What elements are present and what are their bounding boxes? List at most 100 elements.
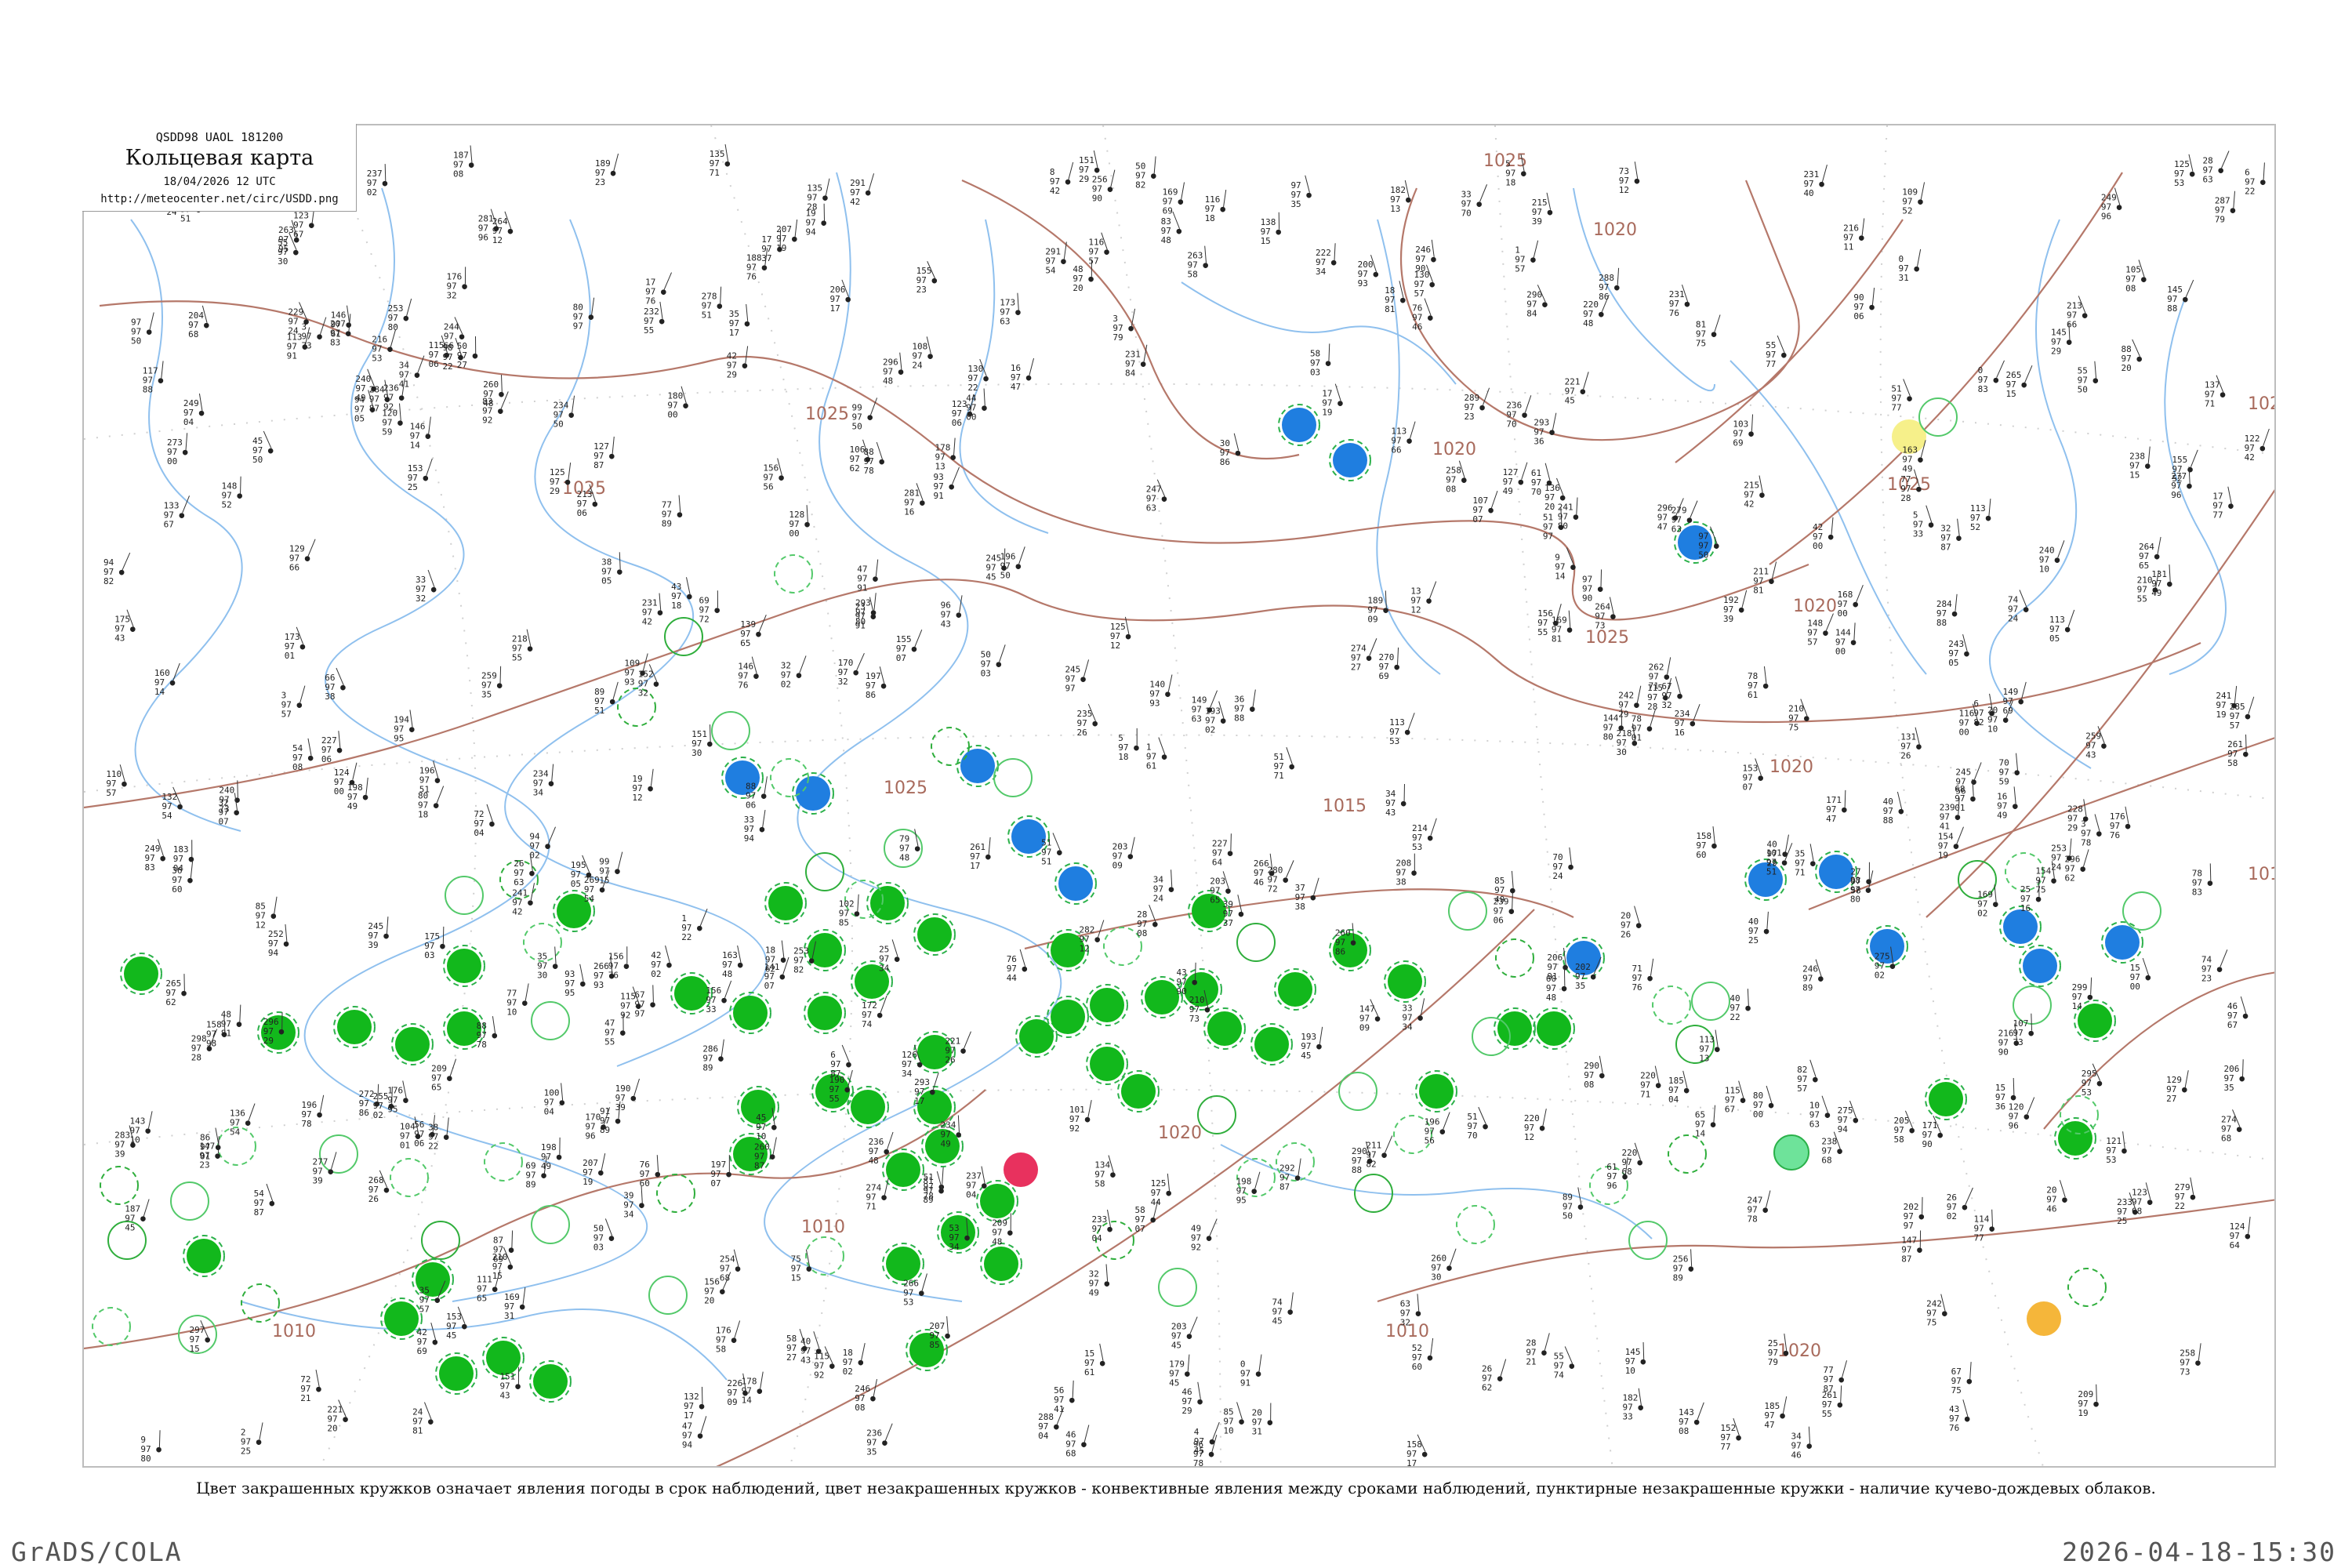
station-plot: 8597 ●10 — [1223, 1402, 1244, 1436]
station-plot: 397 ●57 — [281, 685, 306, 720]
station-value: 55 — [512, 653, 522, 663]
station-plot: 23197 ●42 — [642, 593, 663, 627]
station-value: 02 — [1875, 971, 1885, 981]
station-value: 49 — [1902, 463, 1912, 474]
wind-barb — [887, 1131, 894, 1150]
station-value: 08 — [1446, 485, 1456, 495]
station-value: 17 — [729, 328, 739, 338]
station-value: 08 — [453, 169, 463, 179]
station-plot: 15697 ●56 — [763, 458, 784, 492]
station-value: 74 — [862, 1019, 873, 1029]
station-plot: 11397 ●05 — [2049, 609, 2075, 644]
station-value: 07 — [764, 981, 775, 991]
station-plot: 25897 ●08 — [1446, 460, 1467, 495]
cb-ring — [993, 758, 1033, 797]
station-plot: 9397 ●95 — [564, 964, 586, 998]
wind-barb — [734, 1320, 741, 1338]
station-plot: 10397 ●69 — [1733, 414, 1754, 448]
isobar-label: 1015 — [1323, 797, 1367, 816]
station-plot: 4397 ●76 — [1949, 1399, 1970, 1433]
station-plot: 13797 ●71 — [2205, 375, 2226, 409]
station-plot: 3297 ●49 — [1089, 1264, 1110, 1298]
station-plot: 13497 ●58 — [1094, 1155, 1116, 1189]
station-plot: 13297 ●17 — [684, 1386, 705, 1421]
station-value: 00 — [1813, 541, 1823, 551]
station-value: 06 — [577, 508, 587, 518]
station-plot: 4697 ●67 — [2227, 996, 2249, 1030]
station-value: 04 — [544, 1106, 555, 1116]
station-value: 40 — [1803, 188, 1813, 198]
station-value: 02 — [367, 187, 377, 198]
station-plot: 24697 ●90 — [1415, 239, 1436, 274]
cb-ring — [390, 1158, 429, 1197]
station-plot: 5197 ●70 — [1467, 1106, 1488, 1141]
station-value: 90 — [1998, 1047, 2009, 1058]
cb-ring — [770, 758, 809, 797]
wind-barb — [799, 655, 807, 673]
station-value: 00 — [1838, 608, 1848, 619]
snow-circle — [1333, 443, 1367, 477]
station-plot: 2097 ●26 — [1621, 906, 1642, 940]
station-value: 14 — [2072, 1001, 2083, 1011]
station-value: 51 — [1766, 866, 1777, 877]
station-value: 12 — [632, 793, 642, 803]
station-plot: 8997 ●51 — [594, 681, 619, 716]
station-plot: 13297 ●54 — [162, 786, 183, 821]
station-value: 35 — [1575, 981, 1585, 991]
station-value: 58 — [716, 1345, 726, 1355]
station-plot: 197 ●61 — [1146, 737, 1167, 771]
station-plot: 10297 ●85 — [839, 894, 860, 928]
station-value: 23 — [2201, 973, 2212, 983]
station-value: 54 — [230, 1127, 241, 1138]
station-plot: 7397 ●12 — [1619, 162, 1640, 195]
station-plot: 17697 ●58 — [716, 1320, 741, 1355]
station-plot: 3397 ●70 — [1461, 184, 1488, 218]
station-value: 75 — [1951, 1385, 1962, 1396]
wind-barb — [172, 662, 180, 681]
station-plot: 8597 ●12 — [256, 896, 278, 931]
station-plot: 4297 ●69 — [417, 1322, 438, 1356]
station-value: 94 — [806, 227, 817, 238]
wind-barb — [1369, 638, 1377, 656]
station-plot: 26897 ●26 — [368, 1170, 390, 1204]
station-plot: 11097 ●57 — [106, 764, 127, 798]
station-value: 50 — [851, 421, 862, 431]
station-value: 18 — [418, 810, 428, 820]
station-value: 06 — [428, 359, 438, 369]
station-value: 49 — [347, 801, 358, 811]
station-value: 22 — [428, 1141, 438, 1151]
station-plot: 20497 ●68 — [188, 305, 209, 339]
wind-barb — [1642, 1341, 1645, 1360]
station-plot: 18597 ●47 — [1764, 1396, 1788, 1430]
station-value: 06 — [746, 800, 756, 810]
station-plot: 097 ●91 — [1240, 1354, 1262, 1388]
station-value: 47 — [1011, 382, 1021, 392]
cb-ring — [774, 554, 813, 593]
station-value: 50 — [554, 419, 564, 430]
station-value: 97 — [573, 321, 583, 332]
station-value: 78 — [477, 1040, 487, 1050]
station-value: 70 — [1461, 208, 1472, 218]
wind-barb — [617, 851, 623, 869]
station-plot: 24397 ●05 — [1948, 633, 1969, 668]
wind-barb — [2057, 540, 2065, 558]
station-value: 47 — [1657, 521, 1668, 532]
station-value: 65 — [740, 638, 750, 648]
station-value: 76 — [2110, 830, 2120, 840]
station-plot: 19697 ●78 — [301, 1094, 325, 1129]
wind-barb — [663, 272, 672, 290]
station-value: 29 — [550, 486, 560, 496]
station-plot: 23197 ●84 — [1125, 344, 1148, 379]
wind-barb — [2209, 863, 2212, 881]
station-value: 75 — [2035, 884, 2045, 895]
station-plot: 5597 ●74 — [1554, 1346, 1575, 1380]
wind-barb — [1409, 421, 1416, 439]
station-plot: 11397 ●66 — [1391, 421, 1416, 456]
station-plot: 10197 ●92 — [1069, 1100, 1092, 1134]
station-value: 79 — [1768, 1357, 1778, 1367]
station-plot: 8097 ●18 — [418, 786, 445, 820]
station-value: 26 — [1621, 930, 1631, 940]
station-value: 14 — [154, 687, 165, 697]
station-value: 19 — [1938, 851, 1948, 861]
wind-barb — [2190, 449, 2198, 467]
